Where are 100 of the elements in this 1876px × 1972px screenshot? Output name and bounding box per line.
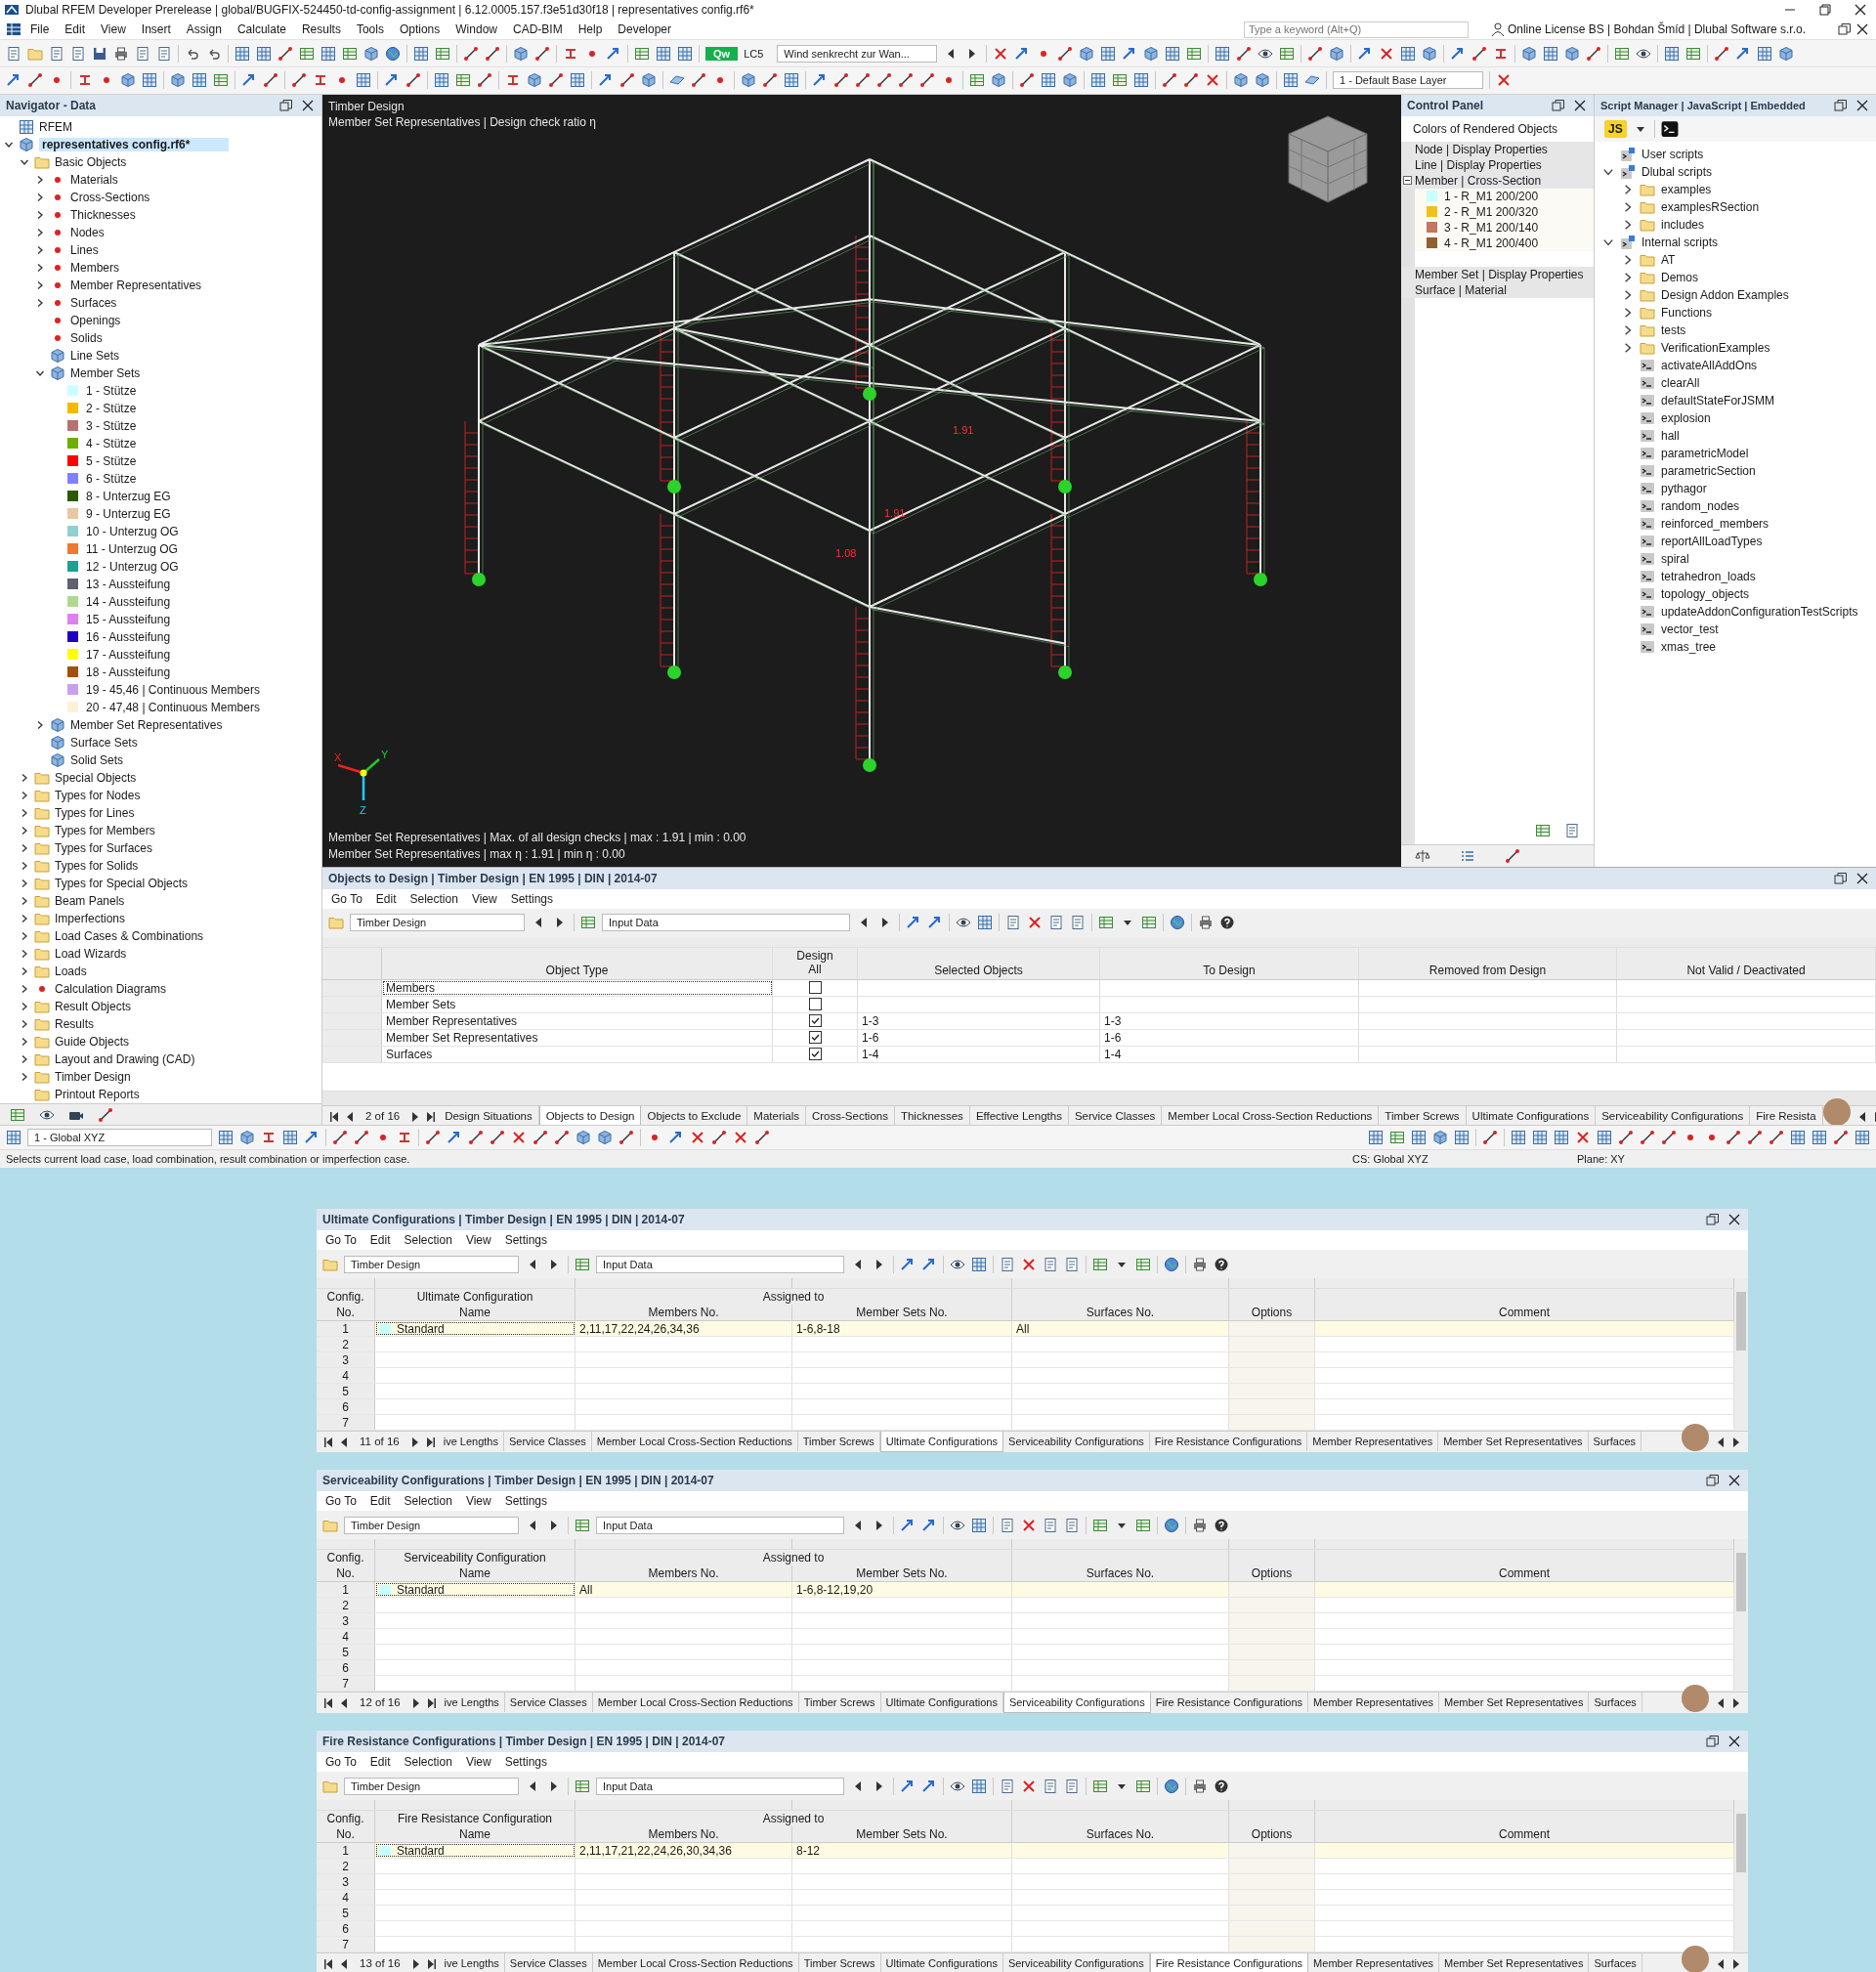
- grid-icon[interactable]: [1664, 45, 1681, 62]
- grid-icon[interactable]: [1368, 1129, 1384, 1145]
- tree-item[interactable]: reinforced_members: [1595, 514, 1876, 533]
- chevron-icon[interactable]: [35, 262, 45, 273]
- arrow-icon[interactable]: [921, 1256, 937, 1272]
- grid-icon[interactable]: [1165, 45, 1181, 62]
- line-icon[interactable]: [1505, 847, 1520, 864]
- float-window-icon[interactable]: [1833, 97, 1849, 113]
- cube-icon[interactable]: [239, 1129, 255, 1145]
- line-icon[interactable]: [332, 1129, 348, 1145]
- chevron-icon[interactable]: [35, 227, 45, 237]
- chevron-icon[interactable]: [20, 930, 29, 941]
- vertical-scrollbar[interactable]: [1734, 1800, 1748, 1952]
- line-icon[interactable]: [919, 72, 935, 89]
- tree-item[interactable]: activateAllAddOns: [1595, 356, 1876, 374]
- menu-item[interactable]: Selection: [397, 1233, 459, 1247]
- grid-icon[interactable]: [356, 72, 371, 89]
- table-cell[interactable]: Surfaces: [382, 1046, 773, 1062]
- grid-icon[interactable]: [434, 72, 449, 89]
- tree-item[interactable]: tests: [1595, 321, 1876, 339]
- tree-item[interactable]: Line Sets: [0, 346, 321, 364]
- tree-item[interactable]: includes: [1595, 215, 1876, 234]
- language-button[interactable]: JS: [1604, 119, 1627, 138]
- table-icon[interactable]: [342, 45, 358, 62]
- table-icon[interactable]: [1092, 1778, 1108, 1794]
- chevron-icon[interactable]: [1622, 218, 1634, 231]
- float-window-icon[interactable]: [1705, 1734, 1721, 1749]
- cross-icon[interactable]: [993, 45, 1009, 62]
- table-cell[interactable]: Standard: [375, 1321, 576, 1336]
- chevron-icon[interactable]: [20, 1018, 29, 1029]
- data-view-dropdown[interactable]: Input Data: [596, 1516, 844, 1534]
- tree-item[interactable]: Cross-Sections: [0, 188, 321, 206]
- tree-item[interactable]: Guide Objects: [0, 1032, 321, 1050]
- float-window-icon[interactable]: [1705, 1212, 1721, 1227]
- tree-item[interactable]: Result Objects: [0, 997, 321, 1015]
- chevron-icon[interactable]: [35, 209, 45, 220]
- chevron-icon[interactable]: [35, 719, 45, 730]
- cube-icon[interactable]: [1778, 45, 1795, 62]
- chevron-icon[interactable]: [1622, 323, 1634, 336]
- grid-icon[interactable]: [1532, 1129, 1548, 1145]
- chevron-icon[interactable]: [35, 279, 45, 290]
- cross-icon[interactable]: [511, 1129, 527, 1145]
- tree-item[interactable]: VerificationExamples: [1595, 338, 1876, 357]
- cube-icon[interactable]: [1422, 45, 1438, 62]
- chevron-icon[interactable]: [20, 878, 29, 888]
- line-icon[interactable]: [1747, 1129, 1763, 1145]
- menu-item[interactable]: Go To: [319, 1494, 363, 1508]
- line-icon[interactable]: [485, 45, 500, 62]
- menu-item[interactable]: Options: [392, 22, 448, 37]
- tree-item[interactable]: 3 - Stütze: [0, 416, 321, 435]
- tree-item[interactable]: Types for Surfaces: [0, 838, 321, 857]
- tree-item[interactable]: vector_test: [1595, 620, 1876, 638]
- table-icon[interactable]: [1092, 1517, 1108, 1533]
- tree-item[interactable]: Layout and Drawing (CAD): [0, 1050, 321, 1068]
- chevron-icon[interactable]: [20, 1036, 29, 1047]
- document-icon[interactable]: [1000, 1778, 1015, 1794]
- tree-item[interactable]: parametricModel: [1595, 444, 1876, 462]
- menu-item[interactable]: Selection: [403, 891, 465, 906]
- tree-item[interactable]: Functions: [1595, 303, 1876, 322]
- cube-icon[interactable]: [741, 72, 756, 89]
- grid-icon[interactable]: [656, 45, 671, 62]
- tab[interactable]: Serviceability Configurations: [1002, 1693, 1151, 1713]
- tree-item[interactable]: examples: [1595, 180, 1876, 198]
- tree-item[interactable]: Internal scripts: [1595, 233, 1876, 251]
- table-icon[interactable]: [1098, 915, 1114, 931]
- menu-item[interactable]: View: [458, 1494, 498, 1508]
- tree-item[interactable]: 4 - Stütze: [0, 434, 321, 452]
- close-icon[interactable]: [1727, 1734, 1742, 1749]
- printer-icon[interactable]: [1192, 1256, 1208, 1272]
- menu-item[interactable]: Go To: [319, 1755, 363, 1769]
- vertical-scrollbar[interactable]: [1734, 1278, 1748, 1431]
- document-icon[interactable]: [1005, 915, 1021, 931]
- vertical-scrollbar[interactable]: [1734, 1539, 1748, 1692]
- chevron-icon[interactable]: [35, 174, 45, 185]
- document-icon[interactable]: [1000, 1517, 1015, 1533]
- grid-icon[interactable]: [1411, 1129, 1427, 1145]
- table-icon[interactable]: [455, 72, 471, 89]
- chevron-icon[interactable]: [1622, 271, 1634, 283]
- cube-icon[interactable]: [363, 45, 379, 62]
- tree-item[interactable]: Materials: [0, 170, 321, 189]
- tree-item[interactable]: representatives config.rf6*: [0, 135, 321, 153]
- tree-item[interactable]: User scripts: [1595, 145, 1876, 163]
- data-view-dropdown[interactable]: Input Data: [596, 1777, 844, 1795]
- checkbox[interactable]: [808, 1048, 822, 1061]
- menu-item[interactable]: Settings: [497, 1755, 555, 1769]
- grid-icon[interactable]: [1090, 72, 1106, 89]
- close-icon[interactable]: [1727, 1212, 1742, 1227]
- tree-item[interactable]: 11 - Unterzug OG: [0, 539, 321, 558]
- globe-icon[interactable]: [1170, 915, 1185, 931]
- chevron-icon[interactable]: [20, 1071, 29, 1082]
- table-icon[interactable]: [1389, 1129, 1405, 1145]
- menu-item[interactable]: Help: [571, 22, 610, 37]
- scrollbar-thumb[interactable]: [1736, 1292, 1746, 1350]
- close-icon[interactable]: [1727, 1473, 1742, 1488]
- layer-dropdown[interactable]: 1 - Default Base Layer: [1333, 71, 1483, 90]
- line-icon[interactable]: [1162, 72, 1177, 89]
- tree-item[interactable]: Member Representatives: [0, 276, 321, 294]
- table-icon[interactable]: [299, 45, 315, 62]
- cube-icon[interactable]: [991, 72, 1006, 89]
- module-dropdown[interactable]: Timber Design: [350, 914, 525, 932]
